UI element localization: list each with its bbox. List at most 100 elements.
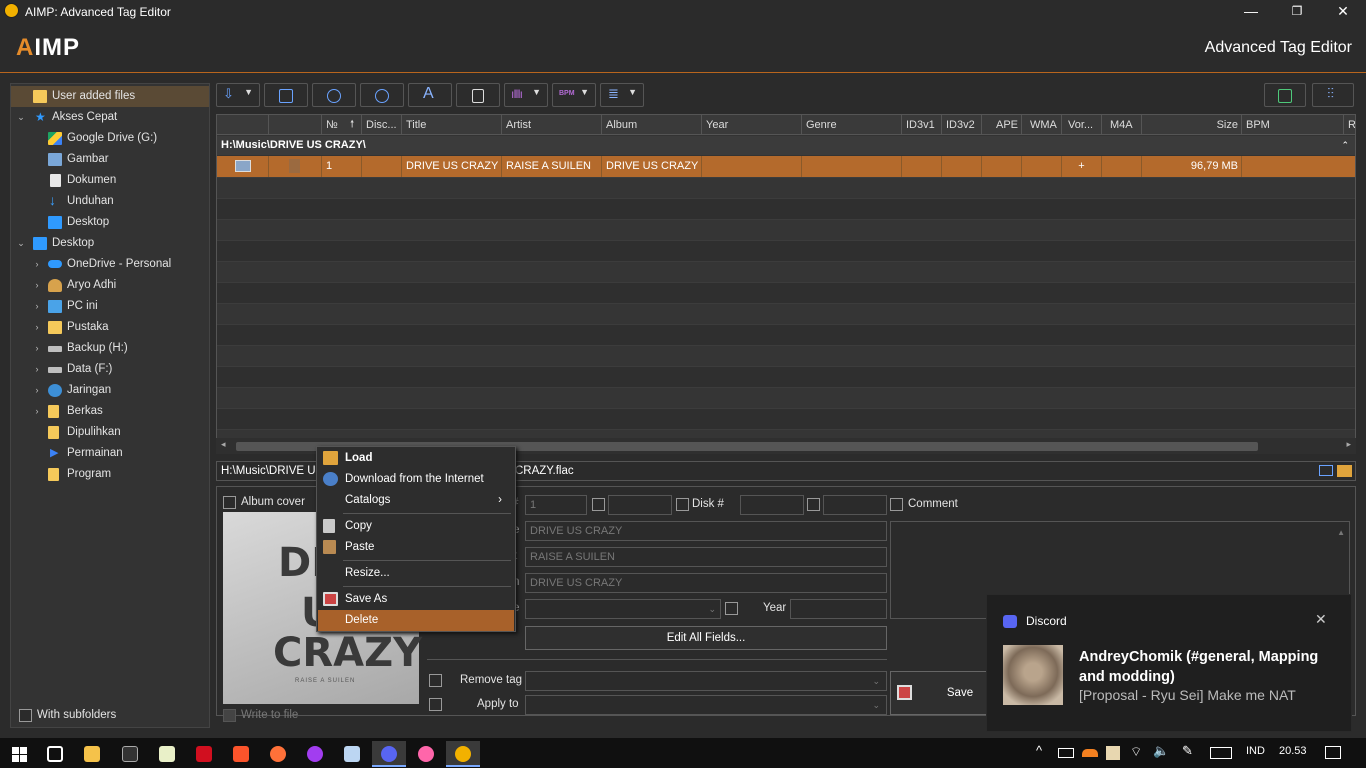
taskbar-discord[interactable] bbox=[372, 741, 406, 767]
col-cover[interactable] bbox=[217, 115, 269, 135]
col-vorbis[interactable]: Vor... bbox=[1062, 115, 1102, 135]
tree-item-user-added-files[interactable]: User added files bbox=[11, 86, 209, 107]
apply-to-select[interactable]: ⌄ bbox=[525, 695, 887, 715]
tree-item-aryo-adhi[interactable]: › Aryo Adhi bbox=[11, 275, 209, 296]
total-disks-checkbox[interactable] bbox=[807, 498, 820, 511]
taskbar-explorer[interactable] bbox=[75, 741, 109, 767]
col-year[interactable]: Year bbox=[702, 115, 802, 135]
taskbar-amd[interactable] bbox=[187, 741, 221, 767]
columns-button[interactable] bbox=[1264, 83, 1306, 107]
chevron-right-icon[interactable]: › bbox=[32, 275, 42, 296]
bpm-dropdown-button[interactable]: BPM ▼ bbox=[552, 83, 596, 107]
rename-button[interactable] bbox=[264, 83, 308, 107]
remove-tag-checkbox[interactable] bbox=[429, 674, 442, 687]
maximize-button[interactable]: ❐ bbox=[1274, 0, 1320, 23]
year-field[interactable] bbox=[790, 599, 887, 619]
clock[interactable]: 20.53 bbox=[1279, 745, 1307, 757]
tree-item-dipulihkan[interactable]: Dipulihkan bbox=[11, 422, 209, 443]
fingerprint-button[interactable] bbox=[312, 83, 356, 107]
col-m4a[interactable]: M4A bbox=[1102, 115, 1142, 135]
language-indicator[interactable]: IND bbox=[1246, 745, 1265, 757]
disk-checkbox[interactable] bbox=[676, 498, 689, 511]
tree-item-google-drive[interactable]: Google Drive (G:) bbox=[11, 128, 209, 149]
total-disks-field[interactable] bbox=[823, 495, 887, 515]
edit-all-fields-button[interactable]: Edit All Fields... bbox=[525, 626, 887, 650]
network-icon[interactable]: ⌔ bbox=[1130, 744, 1142, 760]
col-album[interactable]: Album bbox=[602, 115, 702, 135]
chevron-right-icon[interactable]: › bbox=[32, 380, 42, 401]
tree-item-program[interactable]: Program bbox=[11, 464, 209, 485]
comment-checkbox[interactable] bbox=[890, 498, 903, 511]
toast-close-button[interactable]: ✕ bbox=[1315, 611, 1327, 628]
col-r[interactable]: R bbox=[1344, 115, 1355, 135]
notification-center-icon[interactable] bbox=[1325, 746, 1341, 759]
col-ape[interactable]: APE bbox=[982, 115, 1022, 135]
col-id3v1[interactable]: ID3v1 bbox=[902, 115, 942, 135]
taskbar-notes[interactable] bbox=[335, 741, 369, 767]
taskbar-aimp[interactable] bbox=[446, 741, 480, 767]
chevron-right-icon[interactable]: › bbox=[32, 338, 42, 359]
taskbar-notepad[interactable] bbox=[150, 741, 184, 767]
col-title[interactable]: Title bbox=[402, 115, 502, 135]
tree-item-permainan[interactable]: ▶ Permainan bbox=[11, 443, 209, 464]
start-button[interactable] bbox=[2, 741, 36, 767]
chevron-right-icon[interactable]: › bbox=[32, 317, 42, 338]
minimize-button[interactable]: — bbox=[1228, 0, 1274, 23]
volume-icon[interactable]: 🔈 bbox=[1153, 743, 1169, 759]
replaygain-dropdown-button[interactable]: ıIlIı ▼ bbox=[504, 83, 548, 107]
chevron-down-icon[interactable]: ⌄ bbox=[16, 233, 26, 254]
artist-field[interactable]: RAISE A SUILEN bbox=[525, 547, 887, 567]
collapse-icon[interactable]: ⌃ bbox=[1341, 136, 1349, 155]
tree-item-akses-cepat[interactable]: ⌄ ★ Akses Cepat bbox=[11, 107, 209, 128]
tree-item-berkas[interactable]: › Berkas bbox=[11, 401, 209, 422]
tree-item-gambar[interactable]: Gambar bbox=[11, 149, 209, 170]
scroll-left-icon[interactable]: ◂ bbox=[221, 439, 226, 450]
sort-dropdown-button[interactable]: ⇩ ▼ bbox=[216, 83, 260, 107]
taskbar-osu[interactable] bbox=[409, 741, 443, 767]
discord-notification[interactable]: Discord ✕ AndreyChomik (#general, Mappin… bbox=[986, 594, 1352, 732]
menu-item-resize[interactable]: Resize... bbox=[318, 563, 514, 584]
col-bpm[interactable]: BPM bbox=[1242, 115, 1344, 135]
pen-icon[interactable]: ✎ bbox=[1182, 743, 1193, 759]
tree-item-backup[interactable]: › Backup (H:) bbox=[11, 338, 209, 359]
menu-item-catalogs[interactable]: Catalogs › bbox=[318, 490, 514, 511]
taskbar-terminal[interactable] bbox=[113, 741, 147, 767]
with-subfolders-checkbox[interactable] bbox=[19, 709, 32, 722]
file-grid[interactable]: № 🠕 Disc... Title Artist Album Year Genre… bbox=[216, 114, 1356, 454]
battery-icon[interactable] bbox=[1058, 748, 1074, 758]
tree-item-desktop[interactable]: ⌄ Desktop bbox=[11, 233, 209, 254]
col-artist[interactable]: Artist bbox=[502, 115, 602, 135]
tree-item-unduhan[interactable]: ↓ Unduhan bbox=[11, 191, 209, 212]
col-genre[interactable]: Genre bbox=[802, 115, 902, 135]
taskbar-brave[interactable] bbox=[224, 741, 258, 767]
save-button[interactable]: Save bbox=[890, 671, 990, 715]
scripts-dropdown-button[interactable]: ≣ ▼ bbox=[600, 83, 644, 107]
cloudflare-icon[interactable] bbox=[1082, 749, 1098, 757]
taskbar-messenger[interactable] bbox=[298, 741, 332, 767]
group-header[interactable]: H:\Music\DRIVE US CRAZY\ ⌃ bbox=[217, 136, 1355, 155]
menu-item-delete[interactable]: Delete bbox=[318, 610, 514, 631]
tree-item-onedrive[interactable]: › OneDrive - Personal bbox=[11, 254, 209, 275]
col-id3v2[interactable]: ID3v2 bbox=[942, 115, 982, 135]
cover-context-menu[interactable]: Load Download from the Internet Catalogs… bbox=[316, 446, 516, 632]
tree-item-data[interactable]: › Data (F:) bbox=[11, 359, 209, 380]
genre-select[interactable]: ⌄ bbox=[525, 599, 721, 619]
apply-to-checkbox[interactable] bbox=[429, 698, 442, 711]
menu-item-copy[interactable]: Copy bbox=[318, 516, 514, 537]
album-field[interactable]: DRIVE US CRAZY bbox=[525, 573, 887, 593]
col-size[interactable]: Size bbox=[1142, 115, 1242, 135]
menu-item-paste[interactable]: Paste bbox=[318, 537, 514, 558]
task-view-button[interactable] bbox=[38, 741, 72, 767]
folder-icon[interactable] bbox=[1337, 465, 1352, 477]
menu-item-save-as[interactable]: Save As bbox=[318, 589, 514, 610]
font-case-button[interactable]: A bbox=[408, 83, 452, 107]
chevron-right-icon[interactable]: › bbox=[32, 254, 42, 275]
title-field[interactable]: DRIVE US CRAZY bbox=[525, 521, 887, 541]
tray-overflow-icon[interactable]: ^ bbox=[1036, 743, 1042, 758]
tree-item-pc-ini[interactable]: › PC ini bbox=[11, 296, 209, 317]
scroll-right-icon[interactable]: ▸ bbox=[1346, 439, 1351, 450]
col-icon[interactable] bbox=[269, 115, 322, 135]
chevron-down-icon[interactable]: ⌄ bbox=[16, 107, 26, 128]
write-to-file-checkbox[interactable] bbox=[223, 709, 236, 722]
keyboard-icon[interactable] bbox=[1210, 747, 1232, 759]
